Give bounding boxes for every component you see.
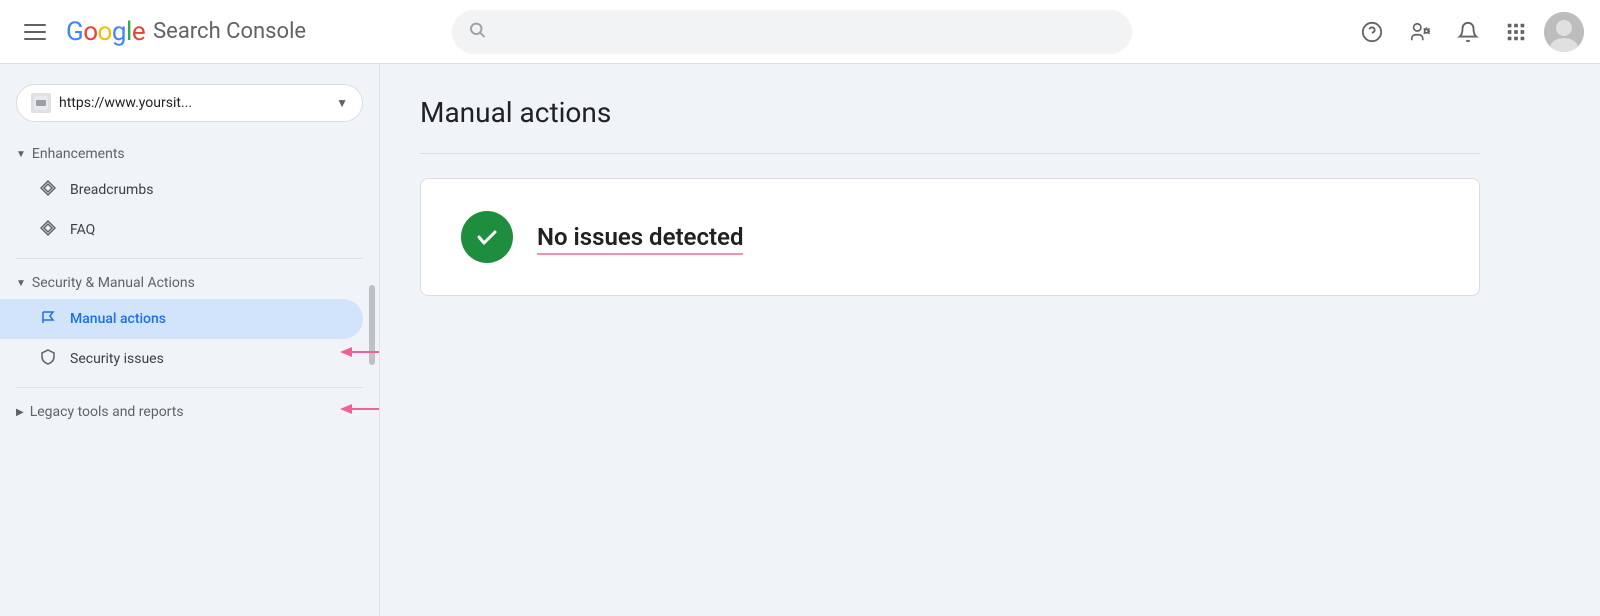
search-icon bbox=[468, 20, 486, 43]
google-logo: Google bbox=[66, 17, 145, 47]
search-input[interactable] bbox=[452, 10, 1132, 54]
check-circle-icon bbox=[461, 211, 513, 263]
site-dropdown-arrow-icon: ▼ bbox=[336, 96, 348, 110]
chevron-right-icon: ▶ bbox=[16, 407, 24, 418]
header-left: Google Search Console bbox=[16, 16, 436, 48]
faq-label: FAQ bbox=[70, 222, 95, 238]
enhancements-section-label: Enhancements bbox=[32, 146, 125, 162]
scrollbar[interactable] bbox=[369, 285, 375, 365]
page-title: Manual actions bbox=[420, 96, 1560, 129]
chevron-down-icon: ▼ bbox=[16, 149, 26, 160]
sidebar-section-security-manual[interactable]: ▼ Security & Manual Actions bbox=[0, 267, 379, 299]
main-content: Manual actions No issues detected bbox=[380, 64, 1600, 616]
avatar[interactable] bbox=[1544, 12, 1584, 52]
site-selector[interactable]: https://www.yoursit... ▼ bbox=[16, 84, 363, 122]
chevron-down-icon: ▼ bbox=[16, 278, 26, 289]
sidebar-divider bbox=[16, 258, 363, 259]
manual-actions-label: Manual actions bbox=[70, 311, 166, 327]
diamond-icon bbox=[40, 180, 56, 200]
main-body: https://www.yoursit... ▼ ▼ Enhancements … bbox=[0, 64, 1600, 616]
app-name-label: Search Console bbox=[153, 19, 306, 44]
status-text: No issues detected bbox=[537, 223, 743, 251]
sidebar-item-faq[interactable]: FAQ bbox=[0, 210, 363, 250]
breadcrumbs-label: Breadcrumbs bbox=[70, 182, 153, 198]
hamburger-menu-button[interactable] bbox=[16, 16, 54, 48]
notifications-button[interactable] bbox=[1448, 12, 1488, 52]
account-management-button[interactable] bbox=[1400, 12, 1440, 52]
content-divider bbox=[420, 153, 1480, 154]
search-bar[interactable] bbox=[452, 10, 1132, 54]
help-button[interactable] bbox=[1352, 12, 1392, 52]
sidebar-section-legacy[interactable]: ▶ Legacy tools and reports bbox=[0, 396, 379, 428]
sidebar-item-manual-actions[interactable]: Manual actions bbox=[0, 299, 363, 339]
sidebar-item-security-issues[interactable]: Security issues bbox=[0, 339, 363, 379]
sidebar-item-breadcrumbs[interactable]: Breadcrumbs bbox=[0, 170, 363, 210]
diamond-icon bbox=[40, 220, 56, 240]
sidebar: https://www.yoursit... ▼ ▼ Enhancements … bbox=[0, 64, 380, 616]
site-favicon bbox=[31, 93, 51, 113]
apps-button[interactable] bbox=[1496, 12, 1536, 52]
shield-icon bbox=[40, 349, 56, 369]
sidebar-section-enhancements[interactable]: ▼ Enhancements bbox=[0, 138, 379, 170]
security-manual-section-label: Security & Manual Actions bbox=[32, 275, 195, 291]
site-url-label: https://www.yoursit... bbox=[59, 95, 328, 111]
status-card: No issues detected bbox=[420, 178, 1480, 296]
security-issues-label: Security issues bbox=[70, 351, 164, 367]
flag-icon bbox=[40, 309, 56, 329]
header-actions bbox=[1352, 12, 1584, 52]
legacy-section-label: Legacy tools and reports bbox=[30, 404, 184, 420]
sidebar-divider-2 bbox=[16, 387, 363, 388]
app-header: Google Search Console bbox=[0, 0, 1600, 64]
logo-area: Google Search Console bbox=[66, 17, 306, 47]
